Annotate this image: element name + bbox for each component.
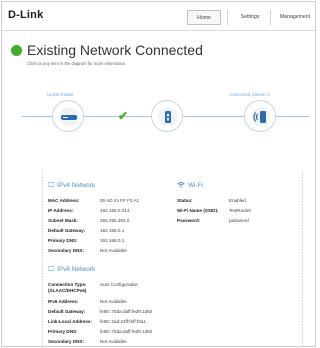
wifi-ssid-key: Wi-Fi Name (SSID): [177,208,219,213]
ipv6-secondary-dns-value: Not Available [100,339,127,344]
ipv4-section-title: 🖵 IPv4 Network [48,182,95,190]
ipv4-primary-dns-value: 192.168.0.1 [100,238,125,243]
ipv4-gateway-value: 192.168.0.1 [100,228,125,233]
ipv4-ip-key: IP Address: [48,208,74,213]
nav-divider [227,10,228,25]
ipv4-subnet-value: 255.255.255.0 [100,218,130,223]
wifi-password-value: password [229,218,249,223]
uplink-router-label: Uplink Router [47,92,74,97]
wifi-status-key: Status: [177,198,193,203]
nav-divider [270,10,271,25]
wireless-device-icon [251,107,271,127]
ipv6-link-local-key: Link-Local Address: [48,319,92,324]
ipv6-connection-type-value: Auto Configuration [100,282,139,287]
ipv6-section-title: 🖵 IPv6 Network [48,266,95,274]
nav-management-button[interactable]: Management [274,10,315,25]
ipv4-subnet-key: Subnet Mask: [48,218,78,223]
connected-clients-label: Connected Clients: 0 [229,92,270,97]
ipv6-title-text: IPv6 Network [57,266,96,273]
link-line [22,116,52,117]
ipv4-secondary-dns-key: Secondary DNS: [48,248,84,253]
uplink-router-node[interactable] [52,100,84,132]
nav-settings-button[interactable]: Settings [234,10,266,25]
ipv6-gateway-key: Default Gateway: [48,309,86,314]
section-divider [42,171,43,346]
ipv4-ip-value: 192.168.0.214 [100,208,130,213]
section-divider [302,171,303,346]
wifi-status-value: Enabled [229,198,246,203]
network-diagram: Uplink Router Connected Clients: 0 ✔ [2,87,315,147]
ipv4-mac-value: 00 AD 24 FF F3 A1 [100,198,140,203]
router-icon [59,107,79,127]
ipv4-title-text: IPv4 Network [57,182,96,189]
link-line [183,116,244,117]
ipv4-secondary-dns-value: Not Available [100,248,127,253]
status-indicator-icon [11,45,22,56]
extender-icon [158,107,178,127]
ipv6-gateway-value: fe80::75da:daff:fed9:1d92 [100,309,153,314]
top-bar: D-Link Home Settings Management [2,2,315,31]
connected-clients-text: Connected Clients: [229,92,267,97]
ipv6-connection-type-key-sub: (SLAAC/DHCPv6) [48,288,87,293]
wifi-title-text: Wi-Fi [188,182,203,189]
extender-node[interactable] [151,100,183,132]
wifi-ssid-value: TestRouter [229,208,252,213]
monitor-icon: 🖵 [48,266,55,273]
connected-clients-count: 0 [267,92,270,97]
wifi-password-key: Password: [177,218,201,223]
ipv6-link-local-value: fe80::2ad:24ff:feff:f3a1 [100,319,146,324]
ipv6-address-key: IPv6 Address: [48,299,79,304]
wifi-icon [177,182,185,189]
page-title: Existing Network Connected [27,42,203,58]
checkmark-icon: ✔ [118,109,129,123]
ipv6-secondary-dns-key: Secondary DNS: [48,339,84,344]
monitor-icon: 🖵 [48,182,55,189]
app-window: D-Link Home Settings Management Existing… [1,1,316,347]
page-subtitle: Click on any item in the diagram for mor… [27,61,127,66]
ipv4-gateway-key: Default Gateway: [48,228,86,233]
link-line [276,116,309,117]
ipv6-address-value: Not Available [100,299,127,304]
ipv4-mac-key: MAC Address: [48,198,80,203]
ipv6-primary-dns-value: fe80::75da:daff:fed9:1d92 [100,329,153,334]
dlink-logo: D-Link [8,9,44,21]
connected-clients-node[interactable] [244,100,276,132]
wifi-section-title: Wi-Fi [177,182,203,189]
ipv6-connection-type-key: Connection Type: [48,282,87,287]
ipv6-primary-dns-key: Primary DNS: [48,329,78,334]
ipv4-primary-dns-key: Primary DNS: [48,238,78,243]
nav-home-button[interactable]: Home [187,10,221,25]
